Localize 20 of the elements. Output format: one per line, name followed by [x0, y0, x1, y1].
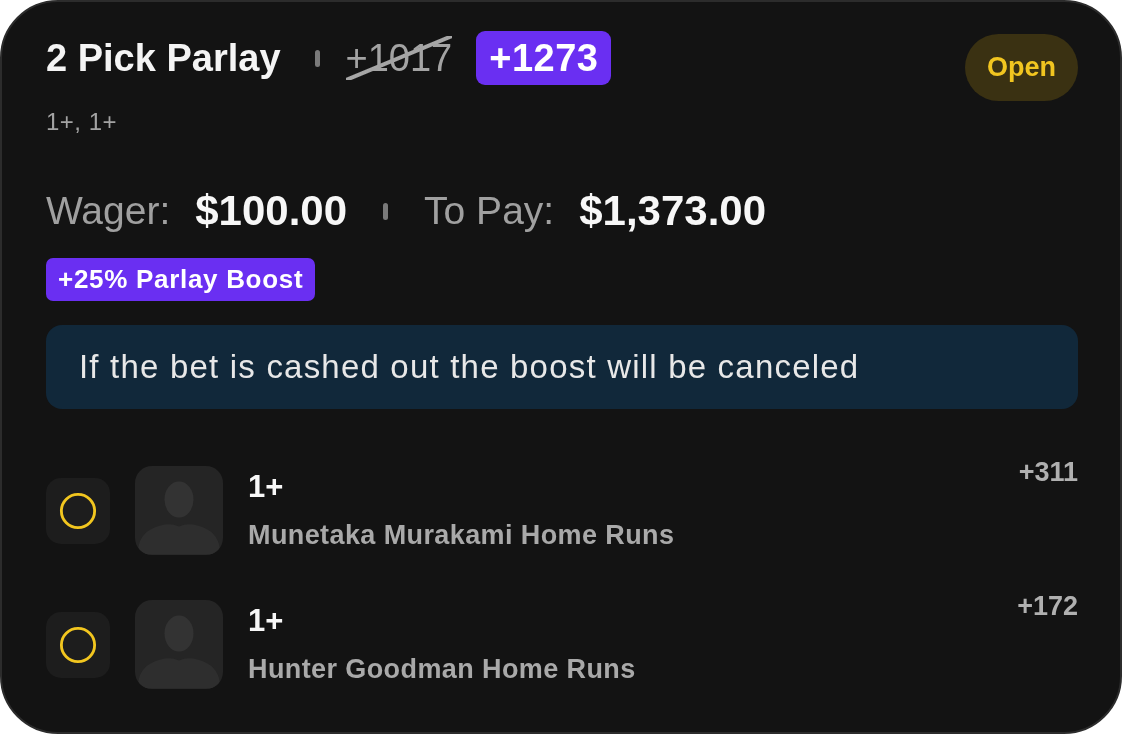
avatar-placeholder-icon — [135, 600, 223, 689]
bet-title: 2 Pick Parlay — [46, 36, 281, 80]
boosted-odds-badge: +1273 — [476, 31, 612, 85]
separator-bar — [383, 202, 389, 220]
status-badge: Open — [965, 34, 1078, 101]
amount-value: $1,373.00 — [579, 188, 767, 234]
boost-badge: +25% Parlay Boost — [46, 258, 316, 301]
leg-line: 1+ — [248, 470, 284, 504]
leg-odds: +311 — [1018, 457, 1078, 487]
amount-label: To Pay: — [424, 188, 555, 234]
notice-text: If the bet is cashed out the boost will be canceled — [79, 348, 860, 386]
separator-bar — [314, 49, 320, 67]
amount-value: $100.00 — [195, 188, 348, 234]
leg-market: Munetaka Murakami Home Runs — [248, 519, 675, 551]
selections-summary: 1+, 1+ — [46, 109, 118, 135]
leg-odds: +172 — [1017, 591, 1078, 621]
amount-label: Wager: — [46, 188, 171, 234]
leg-market: Hunter Goodman Home Runs — [248, 653, 636, 685]
leg-line: 1+ — [248, 604, 284, 638]
avatar-placeholder-icon — [135, 466, 223, 555]
